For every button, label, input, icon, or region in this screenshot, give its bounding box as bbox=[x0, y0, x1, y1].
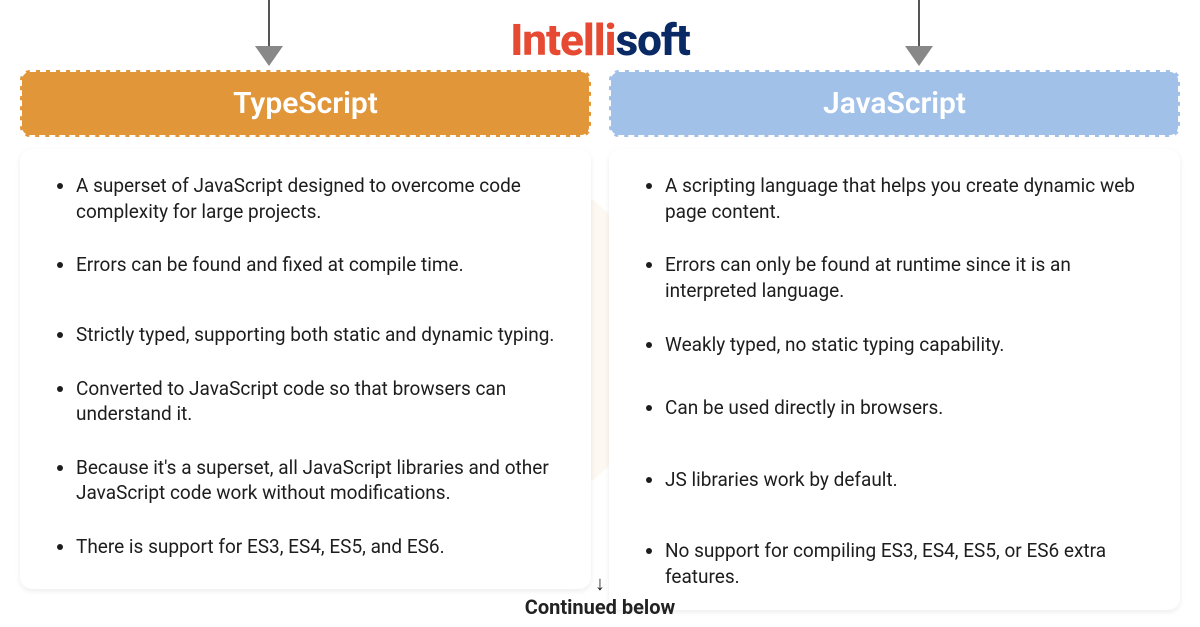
column-typescript: TypeScript A superset of JavaScript desi… bbox=[20, 70, 591, 610]
hanger-right bbox=[905, 0, 933, 66]
brand-part-1: Intelli bbox=[510, 14, 615, 66]
list-item: Errors can be found and fixed at compile… bbox=[76, 252, 563, 278]
list-typescript: A superset of JavaScript designed to ove… bbox=[58, 173, 563, 560]
brand-part-2: soft bbox=[616, 14, 690, 66]
list-item: Strictly typed, supporting both static a… bbox=[76, 322, 563, 348]
hanger-string bbox=[918, 0, 920, 46]
plumb-bob-icon bbox=[255, 46, 283, 66]
list-item: A scripting language that helps you crea… bbox=[665, 173, 1152, 224]
plumb-bob-icon bbox=[905, 46, 933, 66]
hanger-string bbox=[268, 0, 270, 46]
column-javascript: JavaScript A scripting language that hel… bbox=[609, 70, 1180, 610]
list-item: A superset of JavaScript designed to ove… bbox=[76, 173, 563, 224]
list-item: JS libraries work by default. bbox=[665, 467, 1152, 493]
card-typescript: A superset of JavaScript designed to ove… bbox=[20, 149, 591, 589]
list-item: Weakly typed, no static typing capabilit… bbox=[665, 332, 1152, 358]
column-header-javascript: JavaScript bbox=[609, 70, 1180, 137]
column-header-typescript: TypeScript bbox=[20, 70, 591, 137]
hanger-left bbox=[255, 0, 283, 66]
list-javascript: A scripting language that helps you crea… bbox=[647, 173, 1152, 590]
list-item: Because it's a superset, all JavaScript … bbox=[76, 455, 563, 506]
continued-below: ↓ Continued below bbox=[525, 573, 675, 619]
list-item: Converted to JavaScript code so that bro… bbox=[76, 376, 563, 427]
continued-label: Continued below bbox=[525, 595, 675, 619]
brand-logo: Intellisoft bbox=[510, 14, 690, 66]
list-item: No support for compiling ES3, ES4, ES5, … bbox=[665, 538, 1152, 589]
card-javascript: A scripting language that helps you crea… bbox=[609, 149, 1180, 610]
comparison-columns: TypeScript A superset of JavaScript desi… bbox=[20, 70, 1180, 610]
list-item: Can be used directly in browsers. bbox=[665, 395, 1152, 421]
arrow-down-icon: ↓ bbox=[525, 573, 675, 593]
list-item: There is support for ES3, ES4, ES5, and … bbox=[76, 534, 563, 560]
list-item: Errors can only be found at runtime sinc… bbox=[665, 252, 1152, 303]
